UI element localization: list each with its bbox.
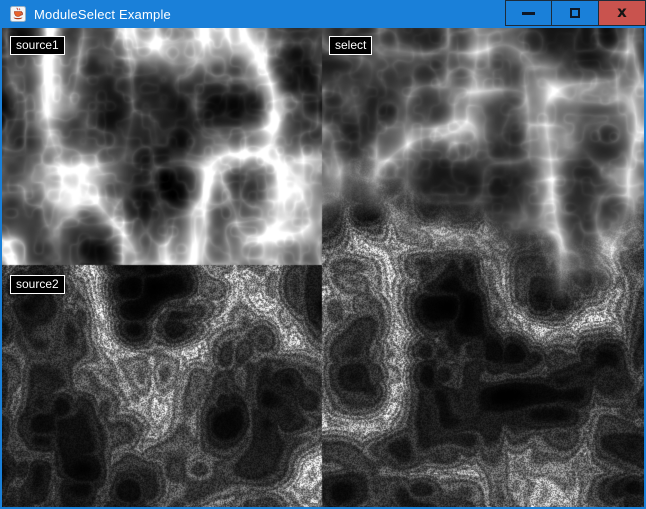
label-source2: source2 [10, 275, 65, 294]
label-source1: source1 [10, 36, 65, 55]
titlebar[interactable]: ModuleSelect Example x [0, 0, 646, 28]
close-button[interactable]: x [599, 0, 646, 26]
label-select: select [329, 36, 372, 55]
window-controls: x [505, 0, 646, 26]
close-x-icon: x [617, 5, 627, 20]
maximize-button[interactable] [552, 0, 599, 26]
java-coffee-cup-icon [10, 6, 26, 22]
window-title: ModuleSelect Example [34, 7, 171, 22]
minimize-button[interactable] [505, 0, 552, 26]
minimize-dash-icon [522, 12, 535, 15]
noise-render-canvas [2, 28, 644, 507]
client-area: source1 select source2 [2, 28, 644, 507]
maximize-square-icon [570, 8, 580, 18]
app-window: ModuleSelect Example x source1 select so… [0, 0, 646, 509]
